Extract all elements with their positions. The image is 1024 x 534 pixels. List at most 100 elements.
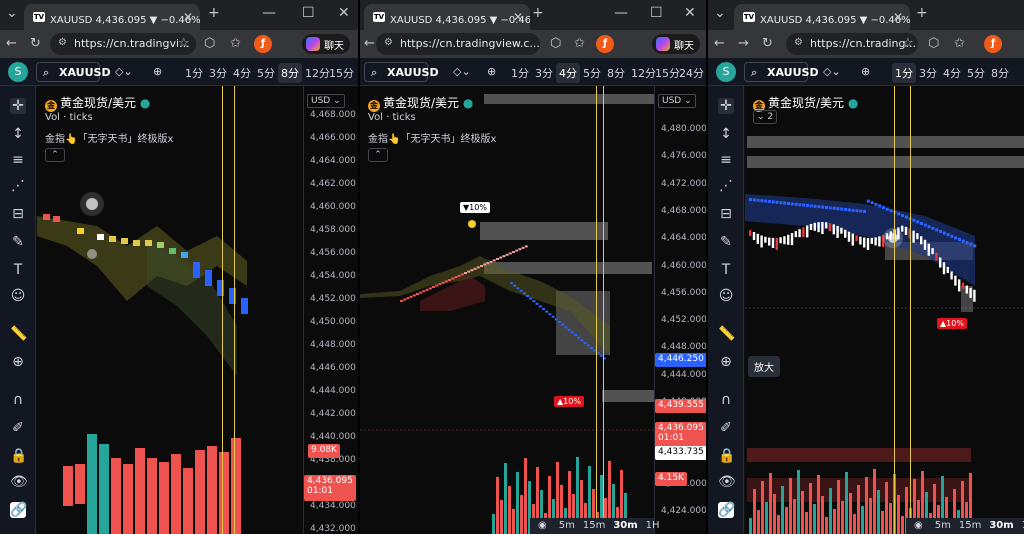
brush-icon[interactable]: ✎ <box>718 234 734 250</box>
cursor-icon[interactable]: ↕ <box>718 126 734 142</box>
minimize-icon[interactable]: — <box>262 5 276 21</box>
copilot-button[interactable]: 聊天 <box>652 34 700 54</box>
new-tab-icon[interactable]: + <box>208 5 220 21</box>
timeframe-5分[interactable]: 5分 <box>580 63 604 83</box>
eye-icon[interactable]: 👁 <box>10 474 28 490</box>
timeframe-1分[interactable]: 1分 <box>508 63 532 83</box>
close-window-icon[interactable]: ✕ <box>684 5 696 21</box>
fib-icon[interactable]: ⊟ <box>718 206 734 222</box>
timeframe-1分[interactable]: 1分 <box>892 63 916 83</box>
back-icon[interactable]: ← <box>364 36 375 51</box>
legend-vol[interactable]: Vol · ticks <box>45 112 93 123</box>
extension-icon[interactable]: ƒ <box>254 35 272 53</box>
symbol-search[interactable]: ⌕ XAUUSD <box>36 62 111 82</box>
timeframe-4分[interactable]: 4分 <box>230 63 254 83</box>
timeframe-5分[interactable]: 5分 <box>254 63 278 83</box>
close-tab-icon[interactable]: ✕ <box>513 10 523 24</box>
clock-icon[interactable]: ◉ <box>538 520 547 531</box>
add-compare-icon[interactable]: ⊕ <box>858 63 873 80</box>
indicators-icon[interactable]: ◇⌄ <box>112 63 136 80</box>
browser-tab[interactable]: TV XAUUSD 4,436.095 ▼ −0.46% 未命名 ✕ <box>24 4 200 30</box>
zoom-icon[interactable]: ⊕ <box>10 354 26 370</box>
favorites-star-icon[interactable]: ✩ <box>954 36 965 51</box>
maximize-icon[interactable]: ☐ <box>650 5 663 21</box>
indicators-icon[interactable]: ◇⌄ <box>450 63 474 80</box>
lock-icon[interactable]: 🔒 <box>718 448 735 464</box>
emoji-icon[interactable]: ☺ <box>10 288 26 304</box>
timeframe-3分[interactable]: 3分 <box>532 63 556 83</box>
favorites-star-icon[interactable]: ✩ <box>574 36 585 51</box>
indicators-icon[interactable]: ◇⌄ <box>820 63 844 80</box>
legend-indicator[interactable]: 金指👆「无字天书」终极版x <box>45 130 173 145</box>
timeframe-4分[interactable]: 4分 <box>556 63 580 83</box>
text-icon[interactable]: T <box>718 262 734 278</box>
legend-title[interactable]: 金黄金现货/美元 ● <box>368 94 473 112</box>
browser-tab[interactable]: TV XAUUSD 4,436.095 ▼ −0.46% 未命名 ✕ <box>734 4 910 30</box>
legend-title[interactable]: 金黄金现货/美元 ● <box>45 94 150 112</box>
link-icon[interactable]: 🔗 <box>10 502 27 518</box>
reload-icon[interactable]: ↻ <box>762 36 773 51</box>
reload-icon[interactable]: ↻ <box>30 36 41 51</box>
legend-expand-button[interactable]: ⌄ 2 <box>753 110 777 124</box>
symbol-search[interactable]: ⌕ XAUUSD <box>364 62 439 82</box>
extension-icon[interactable]: ƒ <box>984 35 1002 53</box>
back-icon[interactable]: ← <box>6 36 17 51</box>
back-icon[interactable]: ← <box>714 36 725 51</box>
extension-icon[interactable]: ƒ <box>596 35 614 53</box>
price-chart[interactable]: 金黄金现货/美元 ● Vol · ticks 金指👆「无字天书」终极版x ⌃ <box>37 86 303 534</box>
pattern-icon[interactable]: ⋰ <box>10 178 26 194</box>
range-15m[interactable]: 15m <box>959 520 981 531</box>
magnet-icon[interactable]: ∩ <box>718 392 734 408</box>
price-chart[interactable]: 金黄金现货/美元 ● Vol · ticks 金指👆「无字天书」终极版x ⌃ ▼… <box>360 86 654 534</box>
add-compare-icon[interactable]: ⊕ <box>150 63 165 80</box>
site-info-icon[interactable]: ⚙ <box>384 37 393 48</box>
avatar[interactable]: S <box>8 62 28 82</box>
timeframe-3分[interactable]: 3分 <box>206 63 230 83</box>
cursor-icon[interactable]: ↕ <box>10 126 26 142</box>
add-compare-icon[interactable]: ⊕ <box>484 63 499 80</box>
currency-selector[interactable]: USD ⌄ <box>658 94 696 108</box>
range-1H[interactable]: 1H <box>646 520 660 531</box>
timeframe-24分[interactable]: 24分 <box>676 63 706 83</box>
avatar[interactable]: S <box>716 62 736 82</box>
crosshair-icon[interactable]: ✛ <box>10 98 26 114</box>
maximize-icon[interactable]: ☐ <box>302 5 315 21</box>
fib-icon[interactable]: ⊟ <box>10 206 26 222</box>
ruler-icon[interactable]: 📏 <box>718 326 735 342</box>
range-15m[interactable]: 15m <box>583 520 605 531</box>
magnet-icon[interactable]: ∩ <box>10 392 26 408</box>
horizontal-lines-icon[interactable]: ≡ <box>718 152 734 168</box>
new-tab-icon[interactable]: + <box>916 5 928 21</box>
legend-vol[interactable]: Vol · ticks <box>368 112 416 123</box>
emoji-icon[interactable]: ☺ <box>718 288 734 304</box>
range-5m[interactable]: 5m <box>559 520 575 531</box>
timeframe-3分[interactable]: 3分 <box>916 63 940 83</box>
symbol-search[interactable]: ⌕ XAUUSD <box>744 62 819 82</box>
crosshair-icon[interactable]: ✛ <box>718 98 734 114</box>
url-field[interactable]: ⚙ https://cn.tradingview.c... <box>376 33 540 55</box>
tab-list-icon[interactable]: ⌄ <box>714 5 726 21</box>
eye-icon[interactable]: 👁 <box>718 474 736 490</box>
timeframe-8分[interactable]: 8分 <box>278 63 302 83</box>
timeframe-8分[interactable]: 8分 <box>604 63 628 83</box>
favorite-icon[interactable]: ☆ <box>902 36 914 51</box>
zoom-icon[interactable]: ⊕ <box>718 354 734 370</box>
minimize-icon[interactable]: — <box>614 5 628 21</box>
extensions-icon[interactable]: ⬡ <box>550 36 561 51</box>
clock-icon[interactable]: ◉ <box>914 520 923 531</box>
copilot-button[interactable]: 聊天 <box>302 34 350 54</box>
range-30m[interactable]: 30m <box>613 520 637 531</box>
timeframe-15分[interactable]: 15分 <box>326 63 357 83</box>
pattern-icon[interactable]: ⋰ <box>718 178 734 194</box>
ruler-icon[interactable]: 📏 <box>10 326 27 342</box>
price-axis[interactable]: USD ⌄ 4,480.000 4,476.000 4,472.000 4,468.0… <box>654 86 706 534</box>
brush-icon[interactable]: ✎ <box>10 234 26 250</box>
url-field[interactable]: ⚙ https://cn.tradingvi... <box>50 33 196 55</box>
url-field[interactable]: ⚙ https://cn.trading... <box>786 33 918 55</box>
timeframe-1分[interactable]: 1分 <box>182 63 206 83</box>
price-chart[interactable]: 金黄金现货/美元 ● ⌄ 2 ▲10% <box>745 86 1024 534</box>
forward-icon[interactable]: → <box>738 36 749 51</box>
close-tab-icon[interactable]: ✕ <box>183 10 193 24</box>
favorite-icon[interactable]: ☆ <box>178 36 190 51</box>
currency-selector[interactable]: USD ⌄ <box>307 94 345 108</box>
